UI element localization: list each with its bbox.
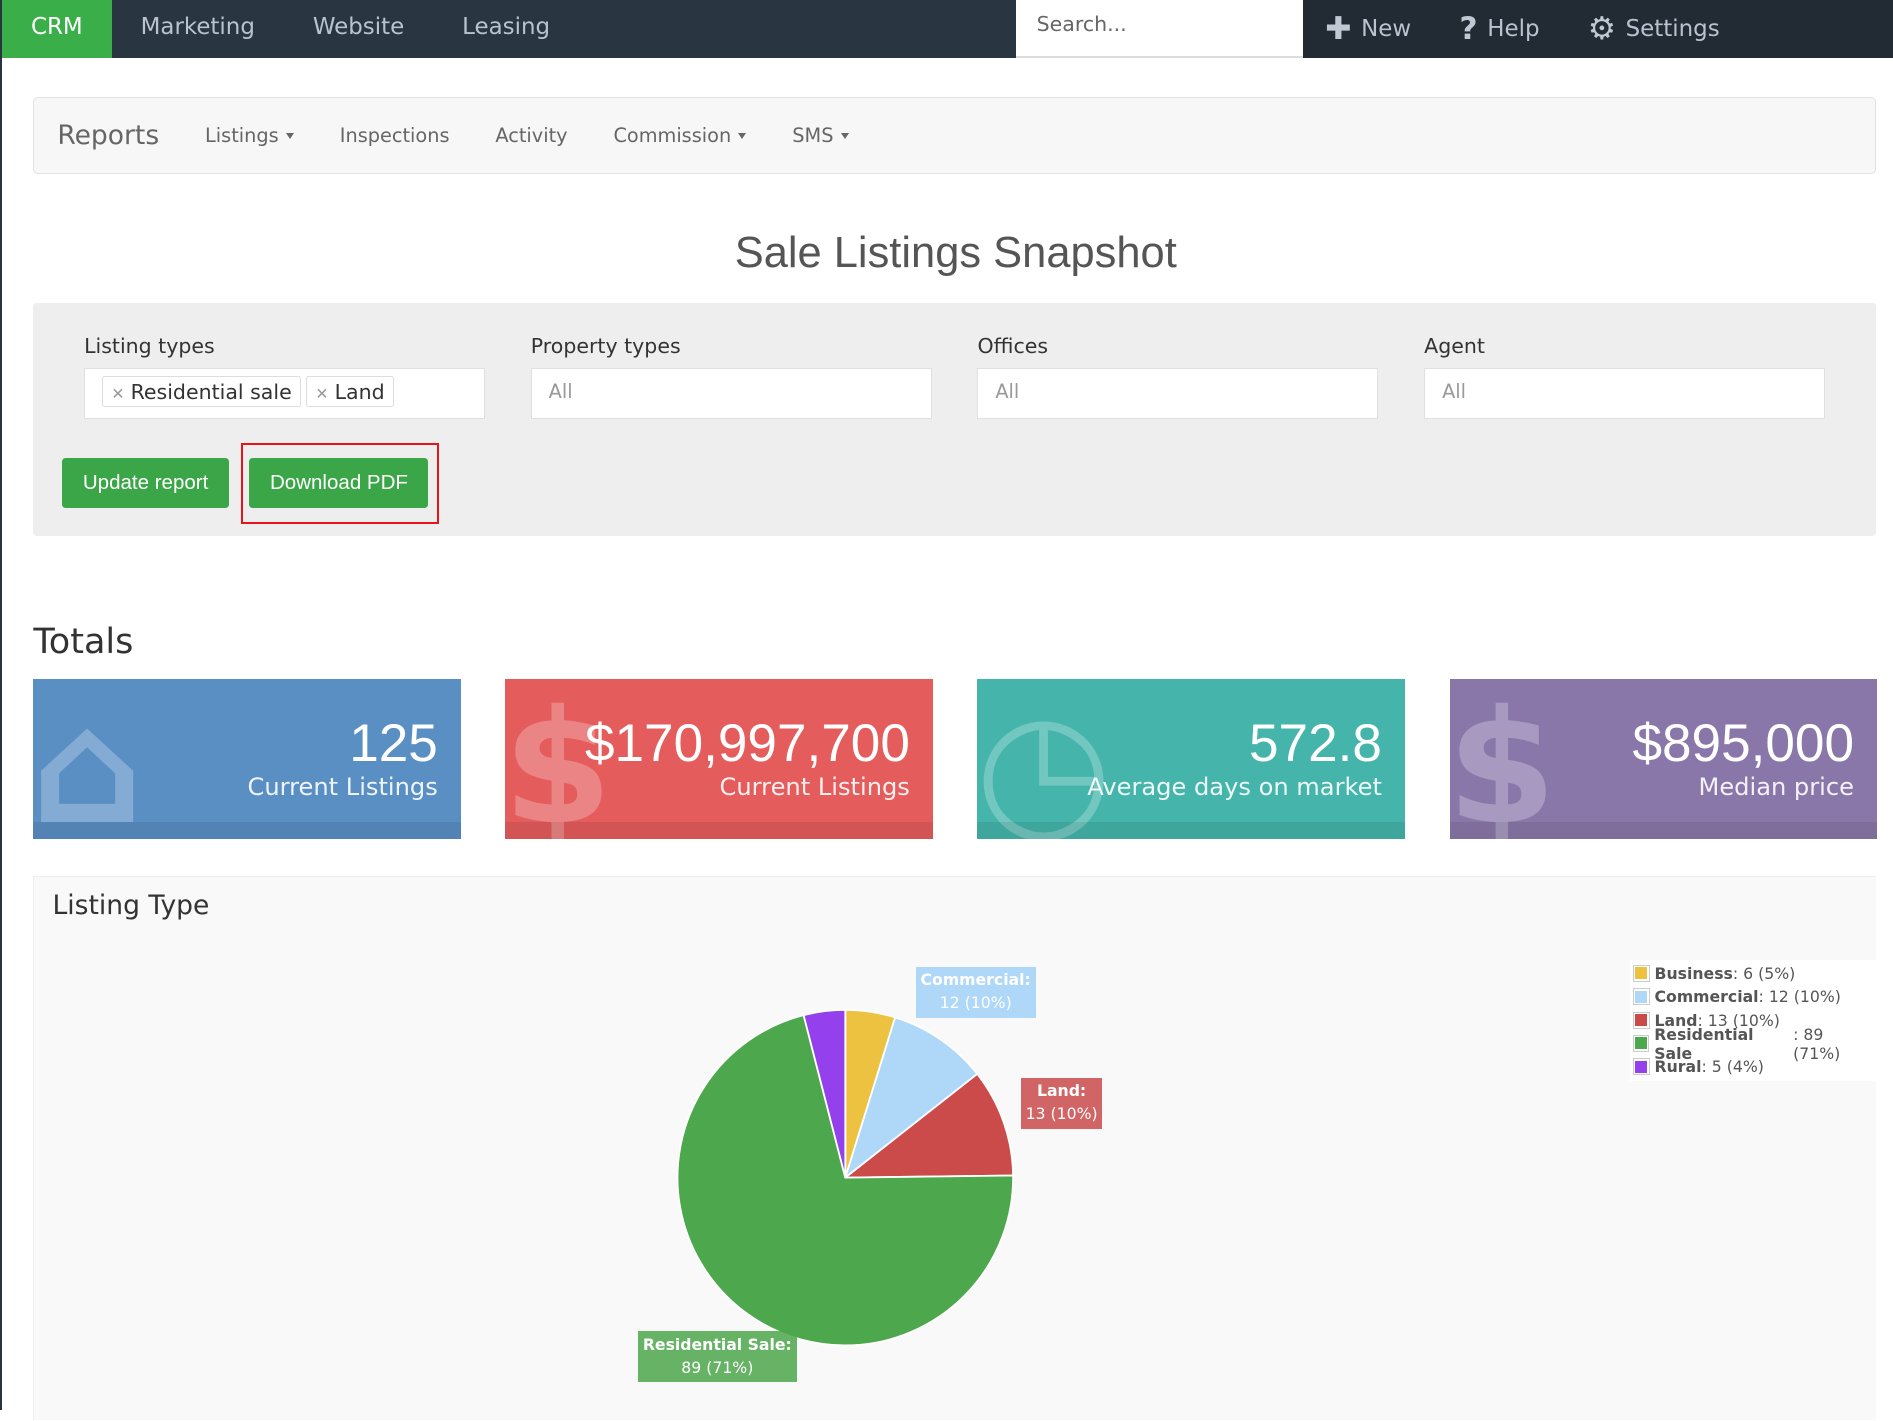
data-label-commercial: Commercial: 12 (10%): [915, 966, 1036, 1018]
reports-subnav: Reports Listings Inspections Activity Co…: [33, 96, 1876, 174]
listings-label: Listings: [205, 123, 279, 147]
legend-item: Commercial: 12 (10%): [1632, 985, 1873, 1008]
listing-type-panel: Listing Type Commercial: 12 (10%) Land: 13…: [33, 876, 1876, 1420]
clock-icon: ◷: [977, 678, 1113, 840]
card-label: Average days on market: [1087, 772, 1382, 801]
tag-label: Land: [334, 379, 385, 404]
data-label-residential-sale: Residential Sale: 89 (71%): [638, 1331, 797, 1383]
card-footer: [977, 822, 1405, 840]
legend-swatch: [1632, 1035, 1650, 1052]
gear-icon: ⚙: [1587, 10, 1616, 47]
agent-select[interactable]: All: [1424, 368, 1825, 419]
pie-chart: [677, 1009, 1015, 1347]
current-listings-card: ⌂ 125 Current Listings: [33, 678, 461, 840]
legend-name: Business: [1654, 964, 1733, 984]
offices-select[interactable]: All: [977, 368, 1379, 419]
total-value-card: $ $170,997,700 Current Listings: [505, 678, 933, 840]
dollar-icon: $: [1449, 678, 1557, 840]
legend-value: : 5 (4%): [1701, 1057, 1764, 1077]
legend-item: Residential Sale: 89 (71%): [1632, 1025, 1873, 1063]
sms-label: SMS: [792, 123, 834, 147]
filters-panel: Listing types ✕ Residential sale ✕ Land Pro…: [33, 303, 1876, 537]
subnav-commission[interactable]: Commission: [613, 123, 747, 147]
commission-label: Commission: [613, 123, 732, 147]
data-label-land: Land: 13 (10%): [1020, 1077, 1103, 1129]
subnav-listings[interactable]: Listings: [205, 124, 294, 147]
card-footer: [33, 822, 461, 840]
subnav-activity[interactable]: Activity: [495, 124, 567, 147]
reports-brand[interactable]: Reports: [57, 120, 159, 151]
dollar-icon: $: [505, 678, 613, 840]
card-footer: [1449, 822, 1877, 840]
legend-swatch: [1632, 988, 1650, 1006]
caret-down-icon: [840, 133, 849, 140]
help-label: Help: [1487, 15, 1540, 42]
property-types-label: Property types: [530, 334, 681, 359]
tag-label: Residential sale: [130, 379, 292, 404]
offices-label: Offices: [977, 334, 1049, 359]
subnav-sms[interactable]: SMS: [792, 123, 849, 147]
card-label: Current Listings: [247, 772, 438, 801]
question-icon: ?: [1459, 10, 1478, 47]
card-footer: [505, 822, 933, 840]
tag-residential-sale[interactable]: ✕ Residential sale: [101, 376, 302, 408]
highlight-box: [241, 443, 439, 524]
legend-name: Commercial: [1654, 987, 1759, 1007]
update-report-button[interactable]: Update report: [62, 457, 229, 509]
legend-swatch: [1632, 1058, 1650, 1076]
new-button[interactable]: ✚ New: [1325, 11, 1411, 47]
caret-down-icon: [285, 133, 294, 140]
page-title: Sale Listings Snapshot: [734, 229, 1177, 278]
nav-leasing[interactable]: Leasing: [433, 0, 579, 58]
remove-icon[interactable]: ✕: [111, 384, 124, 403]
settings-button[interactable]: ⚙ Settings: [1588, 11, 1720, 47]
legend-value: : 89 (71%): [1793, 1024, 1841, 1063]
median-price-card: $ $895,000 Median price: [1449, 678, 1877, 840]
listing-types-label: Listing types: [84, 334, 215, 359]
chart-legend: Business: 6 (5%) Commercial: 12 (10%) Land…: [1630, 959, 1876, 1081]
listing-types-select[interactable]: ✕ Residential sale ✕ Land: [84, 368, 485, 419]
remove-icon[interactable]: ✕: [315, 384, 328, 403]
plus-icon: ✚: [1325, 10, 1352, 47]
card-label: Current Listings: [719, 772, 910, 801]
legend-value: : 12 (10%): [1758, 987, 1841, 1007]
legend-name: Rural: [1654, 1057, 1702, 1077]
avg-days-card: ◷ 572.8 Average days on market: [977, 678, 1405, 840]
nav-marketing[interactable]: Marketing: [112, 0, 284, 58]
legend-swatch: [1632, 1011, 1650, 1029]
legend-item: Business: 6 (5%): [1632, 962, 1873, 985]
tag-land[interactable]: ✕ Land: [305, 376, 395, 408]
legend-swatch: [1632, 965, 1650, 983]
property-types-select[interactable]: All: [530, 368, 932, 419]
totals-heading: Totals: [33, 621, 134, 662]
subnav-inspections[interactable]: Inspections: [340, 124, 450, 147]
settings-label: Settings: [1625, 15, 1720, 42]
house-icon: ⌂: [33, 678, 144, 840]
legend-value: : 6 (5%): [1732, 964, 1796, 984]
nav-crm[interactable]: CRM: [2, 0, 112, 58]
agent-label: Agent: [1424, 334, 1485, 359]
search-input[interactable]: Search...: [1016, 0, 1304, 58]
navbar-actions: ✚ New ? Help ⚙ Settings: [1303, 0, 1893, 58]
new-label: New: [1361, 15, 1412, 42]
nav-website[interactable]: Website: [284, 0, 433, 58]
card-label: Median price: [1698, 772, 1854, 801]
help-button[interactable]: ? Help: [1459, 11, 1539, 47]
caret-down-icon: [738, 133, 747, 140]
